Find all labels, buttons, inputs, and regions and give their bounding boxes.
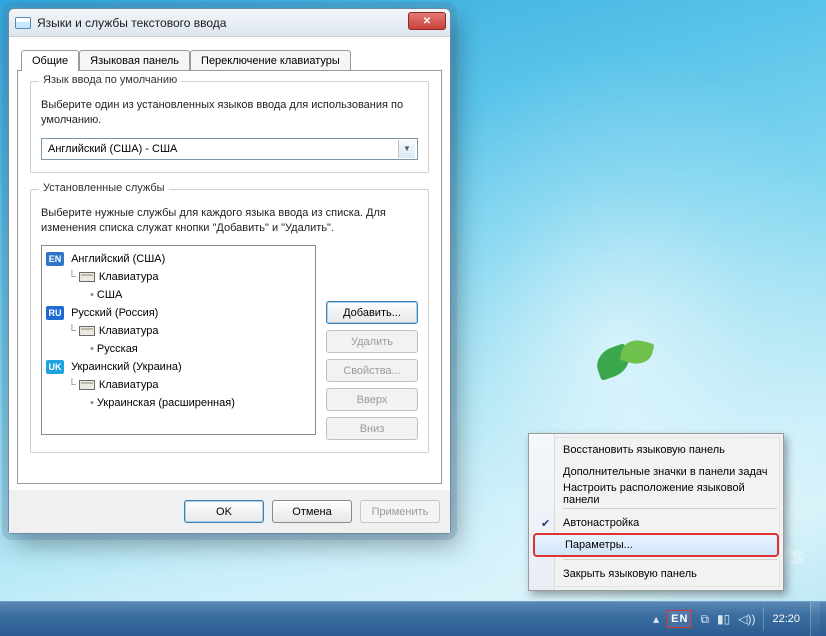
layout-label: Русская [97,343,138,355]
tab-general[interactable]: Общие [21,50,79,71]
cm-separator [563,508,777,509]
group-installed-services: Установленные службы Выберите нужные слу… [30,189,429,454]
kbd-label: Клавиатура [99,325,159,337]
cm-label: Закрыть языковую панель [563,568,697,580]
tray-separator [763,607,764,631]
cm-label: Параметры... [565,539,633,551]
down-button: Вниз [326,417,418,440]
tab-language-bar[interactable]: Языковая панель [79,50,190,71]
show-desktop-button[interactable] [810,602,820,636]
system-tray: ▴ EN ⧉ ▮▯ ◁)) 22:20 [653,607,800,631]
cm-configure-position[interactable]: Настроить расположение языковой панели [533,483,779,505]
dialog-footer: OK Отмена Применить [9,490,450,533]
taskbar[interactable]: ▴ EN ⧉ ▮▯ ◁)) 22:20 [0,601,826,636]
cm-separator [563,559,777,560]
language-tree[interactable]: EN Английский (США) └ Клавиатура • США R… [41,245,316,435]
badge-ru: RU [46,306,64,320]
apply-button: Применить [360,500,440,523]
group-installed-services-desc: Выберите нужные службы для каждого языка… [41,206,418,236]
cm-label: Автонастройка [563,517,639,529]
cm-label: Настроить расположение языковой панели [563,482,769,506]
volume-icon[interactable]: ◁)) [738,612,755,626]
clock[interactable]: 22:20 [772,613,800,625]
tray-arrow-icon[interactable]: ▴ [653,612,659,626]
layout-node[interactable]: • Украинская (расширенная) [46,394,311,412]
remove-button: Удалить [326,330,418,353]
language-bar-context-menu: Восстановить языковую панель Дополнитель… [528,433,784,591]
group-default-language-title: Язык ввода по умолчанию [39,74,181,86]
titlebar[interactable]: Языки и службы текстового ввода ✕ [9,9,450,37]
cm-close-langbar[interactable]: Закрыть языковую панель [533,563,779,585]
lang-node-uk[interactable]: UK Украинский (Украина) [46,358,311,376]
badge-uk: UK [46,360,64,374]
lang-name: Украинский (Украина) [71,361,182,373]
group-default-language: Язык ввода по умолчанию Выберите один из… [30,81,429,173]
layout-label: Украинская (расширенная) [97,397,235,409]
up-button: Вверх [326,388,418,411]
keyboard-icon [79,272,95,282]
keyboard-icon [79,380,95,390]
cancel-button[interactable]: Отмена [272,500,352,523]
close-button[interactable]: ✕ [408,12,446,30]
kbd-node[interactable]: └ Клавиатура [46,376,311,394]
window-title: Языки и службы текстового ввода [37,16,226,30]
chevron-down-icon[interactable]: ▼ [398,140,415,158]
lang-name: Английский (США) [71,253,165,265]
cm-restore[interactable]: Восстановить языковую панель [533,439,779,461]
ok-button[interactable]: OK [184,500,264,523]
kbd-label: Клавиатура [99,379,159,391]
dropbox-icon[interactable]: ⧉ [700,612,709,627]
cm-label: Восстановить языковую панель [563,444,725,456]
window-icon [15,17,31,29]
properties-button: Свойства... [326,359,418,382]
cm-parameters[interactable]: Параметры... [534,534,778,556]
lang-name: Русский (Россия) [71,307,158,319]
lang-node-ru[interactable]: RU Русский (Россия) [46,304,311,322]
cm-autotune[interactable]: ✔ Автонастройка [533,512,779,534]
lang-node-en[interactable]: EN Английский (США) [46,250,311,268]
service-buttons: Добавить... Удалить Свойства... Вверх Вн… [326,301,418,440]
default-language-value: Английский (США) - США [48,143,177,155]
tab-key-switch[interactable]: Переключение клавиатуры [190,50,351,71]
tab-page-general: Язык ввода по умолчанию Выберите один из… [17,70,442,484]
badge-en: EN [46,252,64,266]
group-installed-services-title: Установленные службы [39,182,169,194]
network-icon[interactable]: ▮▯ [717,612,730,626]
kbd-node[interactable]: └ Клавиатура [46,322,311,340]
default-language-dropdown[interactable]: Английский (США) - США ▼ [41,138,418,160]
check-icon: ✔ [541,517,550,530]
layout-node[interactable]: • Русская [46,340,311,358]
wallpaper-leaf [596,340,666,380]
layout-node[interactable]: • США [46,286,311,304]
add-button[interactable]: Добавить... [326,301,418,324]
kbd-node[interactable]: └ Клавиатура [46,268,311,286]
group-default-language-desc: Выберите один из установленных языков вв… [41,98,418,128]
keyboard-icon [79,326,95,336]
layout-label: США [97,289,122,301]
kbd-label: Клавиатура [99,271,159,283]
cm-label: Дополнительные значки в панели задач [563,466,767,478]
language-indicator[interactable]: EN [667,610,692,628]
text-services-window: Языки и службы текстового ввода ✕ Общие … [8,8,451,534]
cm-extra-icons[interactable]: Дополнительные значки в панели задач [533,461,779,483]
tab-strip: Общие Языковая панель Переключение клави… [17,43,442,70]
